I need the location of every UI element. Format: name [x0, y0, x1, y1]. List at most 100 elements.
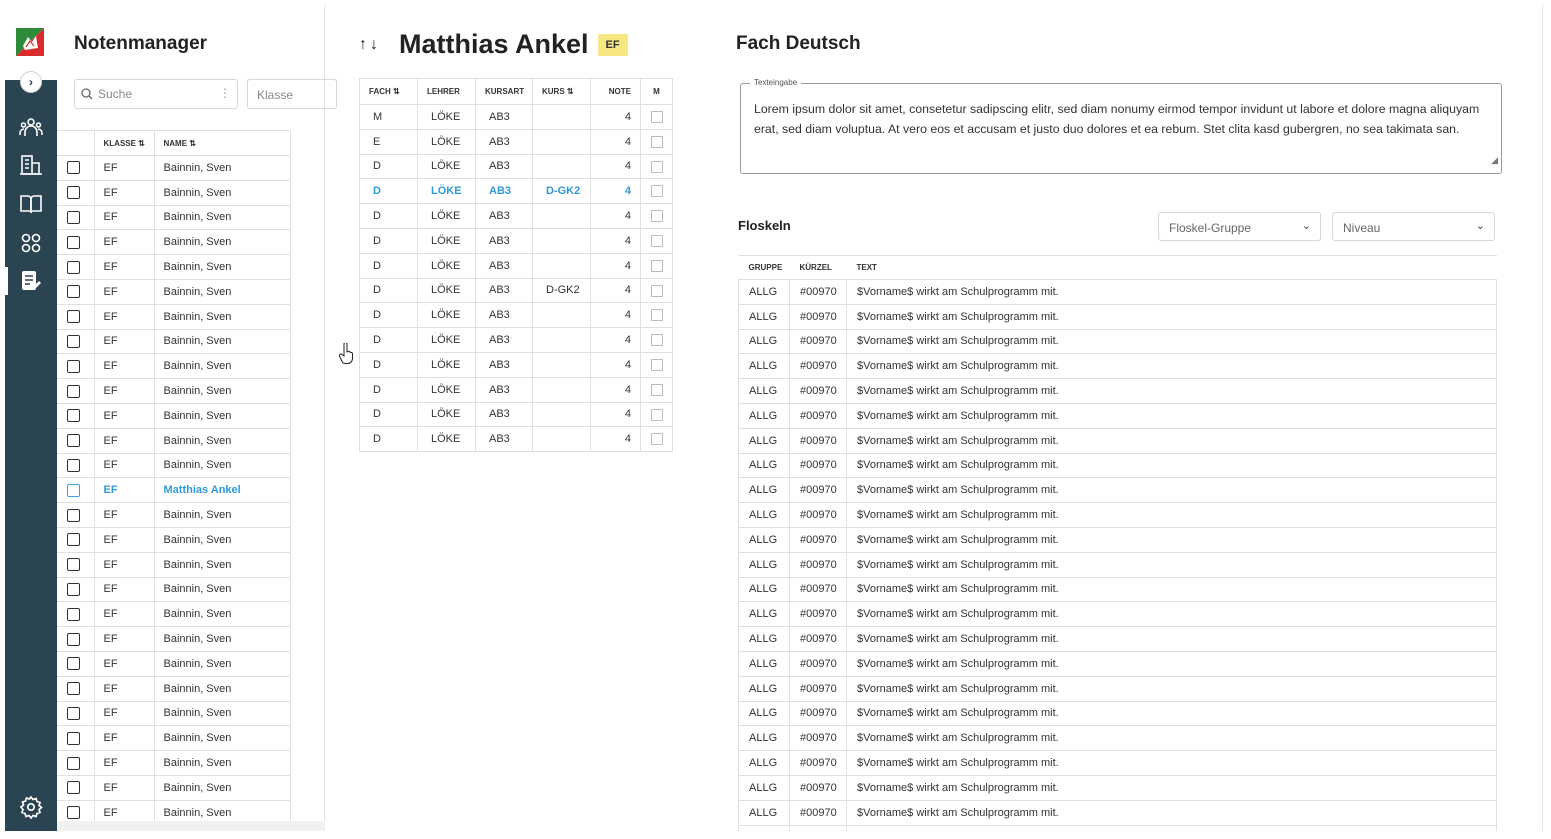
row-checkbox[interactable] [67, 359, 80, 373]
grade-row[interactable]: D LÖKE AB3 D-GK2 4 [359, 178, 673, 205]
grade-row[interactable]: D LÖKE AB3 D-GK2 4 [359, 277, 673, 304]
floskel-row[interactable]: ALLG#00970$Vorname$ wirkt am Schulprogra… [738, 378, 1497, 404]
m-checkbox[interactable] [650, 358, 663, 371]
row-checkbox[interactable] [67, 285, 80, 299]
floskel-row[interactable]: ALLG#00970$Vorname$ wirkt am Schulprogra… [738, 675, 1497, 702]
note-cell[interactable]: 4 [590, 376, 641, 403]
m-checkbox[interactable] [650, 135, 663, 148]
grade-row[interactable]: D LÖKE AB3 4 [359, 351, 673, 378]
student-row[interactable]: EF Bainnin, Sven [57, 278, 291, 305]
grade-row[interactable]: D LÖKE AB3 4 [359, 252, 673, 279]
row-checkbox[interactable] [67, 756, 80, 770]
m-checkbox[interactable] [650, 210, 663, 223]
apps-icon[interactable] [18, 230, 44, 256]
student-row[interactable]: EF Bainnin, Sven [57, 229, 291, 256]
floskel-row[interactable]: ALLG#00970$Vorname$ wirkt am Schulprogra… [738, 725, 1497, 752]
m-checkbox[interactable] [650, 334, 663, 347]
note-cell[interactable]: 4 [590, 277, 641, 304]
row-checkbox[interactable] [67, 731, 80, 745]
students-icon[interactable] [18, 114, 44, 140]
note-cell[interactable]: 4 [590, 252, 641, 279]
student-row[interactable]: EF Bainnin, Sven [57, 626, 291, 652]
row-checkbox[interactable] [67, 260, 80, 274]
floskel-row[interactable]: ALLG#00970$Vorname$ wirkt am Schulprogra… [738, 824, 1497, 831]
note-cell[interactable]: 4 [590, 302, 641, 329]
row-checkbox[interactable] [67, 682, 80, 696]
grade-row[interactable]: D LÖKE AB3 4 [359, 227, 673, 254]
student-row[interactable]: EF Bainnin, Sven [57, 576, 291, 603]
student-row[interactable]: EF Bainnin, Sven [57, 427, 291, 454]
building-icon[interactable] [18, 152, 44, 178]
row-checkbox[interactable] [67, 781, 80, 795]
row-checkbox[interactable] [67, 310, 80, 324]
grade-row[interactable]: D LÖKE AB3 4 [359, 426, 673, 453]
fach-column-header[interactable]: FACH ⇅ [359, 78, 418, 105]
m-checkbox[interactable] [650, 160, 663, 173]
row-checkbox[interactable] [67, 508, 80, 522]
floskel-row[interactable]: ALLG#00970$Vorname$ wirkt am Schulprogra… [738, 303, 1497, 330]
student-row[interactable]: EF Bainnin, Sven [57, 675, 291, 702]
floskel-gruppe-select[interactable]: Floskel-Gruppe ⌄ [1158, 212, 1321, 241]
row-checkbox[interactable] [67, 235, 80, 249]
row-checkbox[interactable] [67, 582, 80, 596]
note-cell[interactable]: 4 [590, 227, 641, 254]
floskel-row[interactable]: ALLG#00970$Vorname$ wirkt am Schulprogra… [738, 626, 1497, 652]
floskel-row[interactable]: ALLG#00970$Vorname$ wirkt am Schulprogra… [738, 402, 1497, 429]
floskel-row[interactable]: ALLG#00970$Vorname$ wirkt am Schulprogra… [738, 750, 1497, 776]
note-cell[interactable]: 4 [590, 203, 641, 229]
floskel-row[interactable]: ALLG#00970$Vorname$ wirkt am Schulprogra… [738, 576, 1497, 603]
m-checkbox[interactable] [650, 110, 663, 123]
student-row[interactable]: EF Bainnin, Sven [57, 402, 291, 429]
student-row[interactable]: EF Matthias Ankel [57, 477, 291, 504]
note-cell[interactable]: 4 [590, 351, 641, 378]
row-checkbox[interactable] [67, 434, 80, 448]
row-checkbox[interactable] [67, 161, 80, 175]
grade-row[interactable]: D LÖKE AB3 4 [359, 302, 673, 329]
row-checkbox[interactable] [67, 210, 80, 224]
m-checkbox[interactable] [650, 408, 663, 421]
klasse-filter-input[interactable]: Klasse [247, 79, 337, 109]
student-row[interactable]: EF Bainnin, Sven [57, 452, 291, 479]
floskel-row[interactable]: ALLG#00970$Vorname$ wirkt am Schulprogra… [738, 650, 1497, 677]
floskel-row[interactable]: ALLG#00970$Vorname$ wirkt am Schulprogra… [738, 774, 1497, 801]
student-row[interactable]: EF Bainnin, Sven [57, 353, 291, 380]
student-row[interactable]: EF Bainnin, Sven [57, 526, 291, 553]
floskel-row[interactable]: ALLG#00970$Vorname$ wirkt am Schulprogra… [738, 353, 1497, 380]
row-checkbox[interactable] [67, 186, 80, 200]
row-checkbox[interactable] [67, 806, 80, 820]
name-column-header[interactable]: NAME ⇅ [153, 130, 291, 156]
floskel-row[interactable]: ALLG#00970$Vorname$ wirkt am Schulprogra… [738, 601, 1497, 628]
row-checkbox[interactable] [67, 334, 80, 348]
row-checkbox[interactable] [67, 533, 80, 547]
row-checkbox[interactable] [67, 384, 80, 398]
m-checkbox[interactable] [650, 185, 663, 198]
note-cell[interactable]: 4 [590, 327, 641, 353]
row-checkbox[interactable] [67, 657, 80, 671]
row-checkbox[interactable] [67, 409, 80, 423]
resize-handle-icon[interactable]: ◢ [1491, 151, 1498, 171]
student-row[interactable]: EF Bainnin, Sven [57, 650, 291, 677]
row-checkbox[interactable] [67, 706, 80, 720]
student-row[interactable]: EF Bainnin, Sven [57, 774, 291, 801]
klasse-column-header[interactable]: KLASSE ⇅ [93, 130, 155, 156]
gear-icon[interactable] [18, 794, 44, 820]
floskel-row[interactable]: ALLG#00970$Vorname$ wirkt am Schulprogra… [738, 551, 1497, 578]
floskel-row[interactable]: ALLG#00970$Vorname$ wirkt am Schulprogra… [738, 452, 1497, 479]
student-row[interactable]: EF Bainnin, Sven [57, 750, 291, 776]
kurs-column-header[interactable]: KURS ⇅ [532, 78, 591, 105]
student-row[interactable]: EF Bainnin, Sven [57, 155, 291, 181]
grade-row[interactable]: D LÖKE AB3 4 [359, 327, 673, 353]
row-checkbox[interactable] [67, 607, 80, 621]
student-row[interactable]: EF Bainnin, Sven [57, 204, 291, 231]
floskel-row[interactable]: ALLG#00970$Vorname$ wirkt am Schulprogra… [738, 502, 1497, 528]
floskel-row[interactable]: ALLG#00970$Vorname$ wirkt am Schulprogra… [738, 328, 1497, 355]
row-checkbox[interactable] [67, 558, 80, 572]
student-row[interactable]: EF Bainnin, Sven [57, 502, 291, 528]
student-row[interactable]: EF Bainnin, Sven [57, 179, 291, 206]
grade-row[interactable]: D LÖKE AB3 4 [359, 376, 673, 403]
m-checkbox[interactable] [650, 383, 663, 396]
prev-next-arrows-icon[interactable]: ↑↓ [359, 36, 381, 54]
horizontal-scrollbar[interactable] [57, 821, 325, 831]
search-input[interactable]: Suche ⋮ [74, 79, 238, 109]
student-row[interactable]: EF Bainnin, Sven [57, 378, 291, 404]
